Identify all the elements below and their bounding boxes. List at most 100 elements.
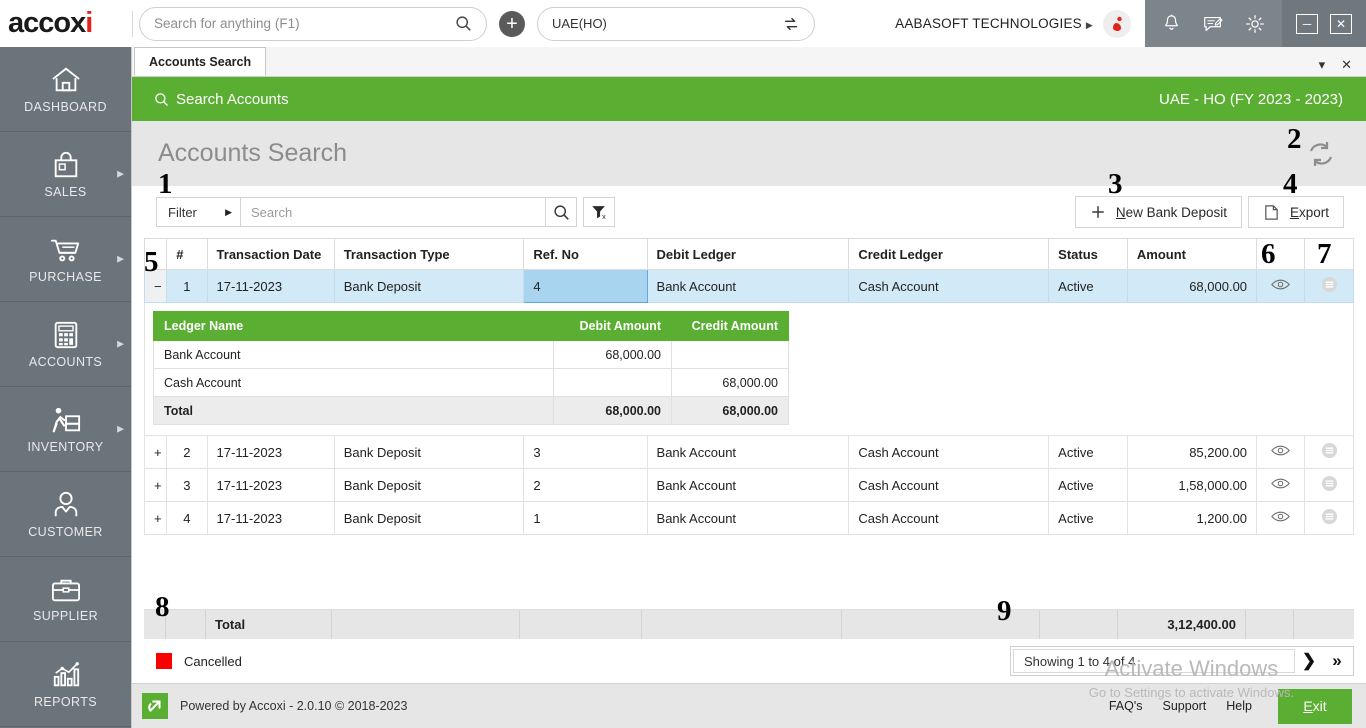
search-icon	[154, 92, 169, 107]
new-bank-deposit-button[interactable]: New Bank Deposit	[1075, 196, 1242, 228]
sidebar-item-customer[interactable]: CUSTOMER	[0, 472, 131, 557]
table-row[interactable]: + 4 17-11-2023 Bank Deposit 1 Bank Accou…	[145, 502, 1354, 535]
eye-icon	[1271, 510, 1290, 523]
row-expander-toggle[interactable]: +	[145, 469, 167, 502]
bell-icon[interactable]	[1161, 13, 1182, 34]
row-menu-button[interactable]	[1305, 502, 1354, 535]
col-debit-ledger[interactable]: Debit Ledger	[647, 239, 849, 270]
col-ref-no[interactable]: Ref. No	[524, 239, 647, 270]
sidebar-item-label: PURCHASE	[29, 270, 102, 284]
last-page-button[interactable]: »	[1323, 649, 1351, 673]
faq-link[interactable]: FAQ's	[1109, 699, 1143, 713]
logo-accent: i	[85, 7, 92, 39]
search-input[interactable]	[251, 205, 535, 220]
sidebar-item-inventory[interactable]: INVENTORY ▶	[0, 387, 131, 472]
minimize-button[interactable]: ─	[1296, 14, 1318, 34]
col-amount[interactable]: Amount	[1127, 239, 1256, 270]
chevron-right-icon: ▶	[117, 254, 124, 265]
col-index[interactable]: #	[167, 239, 207, 270]
row-ref-no: 1	[524, 502, 647, 535]
sidebar-item-label: SUPPLIER	[33, 609, 98, 623]
row-debit-ledger: Bank Account	[647, 469, 849, 502]
row-menu-button[interactable]	[1305, 469, 1354, 502]
avatar-icon	[1107, 14, 1127, 34]
col-view	[1257, 239, 1305, 270]
close-window-button[interactable]: ✕	[1330, 14, 1352, 34]
tab-list-dropdown-icon[interactable]: ▾	[1319, 57, 1326, 73]
total-spacer-type	[332, 610, 520, 639]
top-bar: accoxi + UAE(HO) AABASOFT TECHNOLOGIES▶ …	[0, 0, 1366, 47]
row-transaction-date: 17-11-2023	[207, 270, 334, 303]
sidebar-item-supplier[interactable]: SUPPLIER	[0, 557, 131, 642]
row-debit-ledger: Bank Account	[647, 436, 849, 469]
col-transaction-date[interactable]: Transaction Date	[207, 239, 334, 270]
table-row[interactable]: − 1 17-11-2023 Bank Deposit 4 Bank Accou…	[145, 270, 1354, 303]
row-expander-toggle[interactable]: +	[145, 502, 167, 535]
sidebar-item-dashboard[interactable]: DASHBOARD	[0, 47, 131, 132]
branch-selector[interactable]: UAE(HO)	[537, 7, 815, 41]
filter-clear-icon: x	[590, 203, 608, 221]
global-search-input[interactable]	[154, 16, 455, 31]
ledger-debit	[554, 369, 672, 397]
filter-dropdown[interactable]: Filter ▶	[156, 197, 240, 227]
col-transaction-type[interactable]: Transaction Type	[334, 239, 524, 270]
global-search[interactable]	[139, 7, 487, 41]
search-field[interactable]	[240, 197, 545, 227]
message-icon[interactable]	[1202, 13, 1224, 35]
support-link[interactable]: Support	[1163, 699, 1207, 713]
switch-branch-icon[interactable]	[782, 15, 800, 33]
app-body: DASHBOARD SALES ▶ PURCHASE ▶ ACCOUNTS ▶ …	[0, 47, 1366, 728]
row-transaction-type: Bank Deposit	[334, 469, 524, 502]
col-status[interactable]: Status	[1049, 239, 1128, 270]
col-credit-ledger[interactable]: Credit Ledger	[849, 239, 1049, 270]
row-status: Active	[1049, 502, 1128, 535]
row-menu-button[interactable]	[1305, 436, 1354, 469]
notification-icon-group	[1145, 0, 1282, 47]
row-status: Active	[1049, 270, 1128, 303]
table-row[interactable]: + 2 17-11-2023 Bank Deposit 3 Bank Accou…	[145, 436, 1354, 469]
row-expander-toggle[interactable]: −	[145, 270, 167, 303]
col-expander	[145, 239, 167, 270]
row-credit-ledger: Cash Account	[849, 436, 1049, 469]
help-link[interactable]: Help	[1226, 699, 1252, 713]
exit-button[interactable]: Exit	[1278, 689, 1352, 724]
sidebar-item-label: REPORTS	[34, 695, 97, 709]
row-ref-no: 3	[524, 436, 647, 469]
next-page-button[interactable]: ❯	[1295, 649, 1323, 673]
search-button[interactable]	[545, 197, 577, 227]
top-bar-right: AABASOFT TECHNOLOGIES▶ ─ ✕	[895, 0, 1366, 47]
row-index: 4	[167, 502, 207, 535]
gear-icon[interactable]	[1244, 13, 1266, 35]
tab-accounts-search[interactable]: Accounts Search	[134, 47, 266, 76]
sidebar-item-sales[interactable]: SALES ▶	[0, 132, 131, 217]
sidebar-item-purchase[interactable]: PURCHASE ▶	[0, 217, 131, 302]
row-expander-toggle[interactable]: +	[145, 436, 167, 469]
company-name[interactable]: AABASOFT TECHNOLOGIES▶	[895, 16, 1099, 31]
row-view-button[interactable]	[1257, 469, 1305, 502]
row-view-button[interactable]	[1257, 436, 1305, 469]
row-ref-no[interactable]: 4	[524, 270, 647, 303]
row-credit-ledger: Cash Account	[849, 469, 1049, 502]
refresh-icon[interactable]	[1306, 139, 1336, 169]
row-view-button[interactable]	[1257, 270, 1305, 303]
logo-text: accox	[8, 7, 85, 39]
hamburger-menu-icon	[1321, 276, 1338, 293]
toolbar-actions: New Bank Deposit Export	[1075, 196, 1344, 228]
clear-filter-button[interactable]: x	[583, 197, 615, 227]
sidebar-item-accounts[interactable]: ACCOUNTS ▶	[0, 302, 131, 387]
sidebar-item-reports[interactable]: REPORTS	[0, 642, 131, 727]
table-row[interactable]: + 3 17-11-2023 Bank Deposit 2 Bank Accou…	[145, 469, 1354, 502]
row-amount: 85,200.00	[1127, 436, 1256, 469]
footer-links: FAQ's Support Help Exit	[1109, 684, 1366, 728]
export-label: Export	[1290, 205, 1329, 220]
grand-total-row: Total 3,12,400.00	[144, 609, 1354, 639]
home-icon	[49, 65, 83, 95]
row-view-button[interactable]	[1257, 502, 1305, 535]
export-button[interactable]: Export	[1248, 196, 1344, 228]
grand-total-amount: 3,12,400.00	[1118, 610, 1246, 639]
avatar[interactable]	[1103, 10, 1131, 38]
row-menu-button[interactable]	[1305, 270, 1354, 303]
quick-add-button[interactable]: +	[499, 11, 525, 37]
tab-close-icon[interactable]: ✕	[1341, 57, 1352, 73]
ledger-total-debit: 68,000.00	[554, 397, 672, 425]
